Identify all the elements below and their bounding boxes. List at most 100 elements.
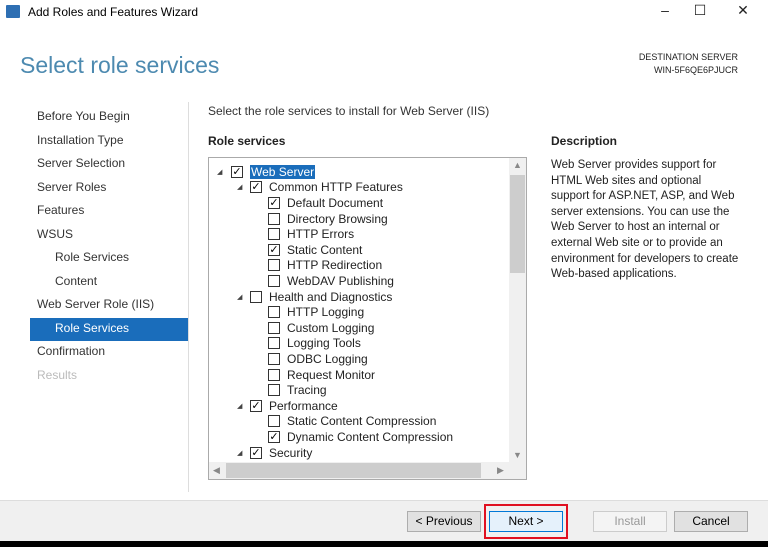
checkbox[interactable] bbox=[268, 274, 280, 287]
tree-item-label[interactable]: Static Content bbox=[287, 243, 362, 257]
checkbox[interactable] bbox=[268, 415, 280, 428]
tree-item[interactable]: ◢ ✓ Security bbox=[209, 445, 509, 461]
tree-item-label[interactable]: ODBC Logging bbox=[287, 352, 368, 366]
scroll-down-icon[interactable]: ▼ bbox=[513, 450, 522, 460]
tree-item[interactable]: ◢ ✓ Web Server bbox=[209, 164, 509, 180]
tree-item-label[interactable]: HTTP Logging bbox=[287, 305, 364, 319]
install-button: Install bbox=[593, 511, 667, 532]
checkbox[interactable]: ✓ bbox=[268, 243, 280, 256]
intro-text: Select the role services to install for … bbox=[208, 104, 490, 118]
checkbox[interactable] bbox=[268, 384, 280, 397]
cancel-button[interactable]: Cancel bbox=[674, 511, 748, 532]
checkbox[interactable] bbox=[268, 368, 280, 381]
checkbox[interactable] bbox=[268, 321, 280, 334]
tree-item[interactable]: ✓ Static Content bbox=[209, 242, 509, 258]
destination-server-name: WIN-5F6QE6PJUCR bbox=[653, 65, 738, 75]
checkbox[interactable] bbox=[268, 352, 280, 365]
nav-item[interactable]: Role Services bbox=[30, 247, 188, 271]
nav-item[interactable]: Role Services bbox=[30, 317, 188, 341]
close-button[interactable]: ✕ bbox=[728, 2, 758, 22]
expand-arrow-icon[interactable]: ◢ bbox=[237, 449, 242, 457]
tree-item[interactable]: HTTP Errors bbox=[209, 226, 509, 242]
tree-item[interactable]: Static Content Compression bbox=[209, 414, 509, 430]
tree-item[interactable]: ◢ ✓ Common HTTP Features bbox=[209, 180, 509, 196]
expand-arrow-icon[interactable]: ◢ bbox=[237, 293, 242, 301]
tree-item[interactable]: ODBC Logging bbox=[209, 351, 509, 367]
checkbox[interactable] bbox=[268, 228, 280, 241]
tree-item[interactable]: Custom Logging bbox=[209, 320, 509, 336]
scroll-thumb[interactable] bbox=[226, 463, 481, 478]
tree-item-label[interactable]: Web Server bbox=[250, 164, 316, 179]
expand-arrow-icon[interactable]: ◢ bbox=[237, 183, 242, 191]
tree-item[interactable]: Logging Tools bbox=[209, 336, 509, 352]
nav-item: Results bbox=[37, 367, 78, 382]
checkbox[interactable]: ✓ bbox=[250, 181, 262, 194]
tree-item-label[interactable]: Request Monitor bbox=[287, 368, 375, 382]
maximize-button[interactable]: ☐ bbox=[685, 2, 715, 22]
checkbox[interactable] bbox=[250, 290, 262, 303]
window-title: Add Roles and Features Wizard bbox=[28, 5, 199, 19]
tree-item[interactable]: Tracing bbox=[209, 382, 509, 398]
tree-item-label[interactable]: Static Content Compression bbox=[287, 414, 436, 428]
tree-item-label[interactable]: WebDAV Publishing bbox=[287, 274, 394, 288]
tree-item[interactable]: ◢ Health and Diagnostics bbox=[209, 289, 509, 305]
tree-item-label[interactable]: Common HTTP Features bbox=[269, 180, 403, 194]
tree-item[interactable]: HTTP Redirection bbox=[209, 258, 509, 274]
nav-item[interactable]: Server Selection bbox=[30, 153, 188, 177]
checkbox[interactable] bbox=[268, 259, 280, 272]
nav-item[interactable]: Confirmation bbox=[30, 341, 188, 365]
checkbox[interactable] bbox=[268, 337, 280, 350]
tree-item[interactable]: Request Monitor bbox=[209, 367, 509, 383]
role-services-tree[interactable]: ▲ ▼ ◀ ▶ ◢ ✓ Web Server ◢ ✓ Common HTTP Featur… bbox=[208, 157, 527, 480]
vertical-scrollbar[interactable]: ▲ ▼ bbox=[509, 158, 526, 462]
expand-arrow-icon[interactable]: ◢ bbox=[237, 402, 242, 410]
checkbox[interactable]: ✓ bbox=[268, 430, 280, 443]
description-text: Web Server provides support for HTML Web… bbox=[551, 159, 739, 281]
highlight-box bbox=[484, 504, 568, 539]
minimize-button[interactable]: – bbox=[650, 2, 680, 22]
checkbox[interactable] bbox=[268, 306, 280, 319]
tree-item[interactable]: ◢ ✓ Performance bbox=[209, 398, 509, 414]
checkbox[interactable]: ✓ bbox=[268, 196, 280, 209]
tree-item-label[interactable]: Performance bbox=[269, 399, 338, 413]
checkbox[interactable] bbox=[268, 212, 280, 225]
wizard-nav: Before You Begin Installation Type Server … bbox=[30, 106, 188, 388]
tree-item-label[interactable]: Health and Diagnostics bbox=[269, 290, 392, 304]
tree-item-label[interactable]: Security bbox=[269, 446, 312, 460]
tree-item-label[interactable]: Tracing bbox=[287, 383, 327, 397]
tree-item-label[interactable]: Dynamic Content Compression bbox=[287, 430, 453, 444]
nav-item[interactable]: Before You Begin bbox=[30, 106, 188, 130]
tree-item[interactable]: Directory Browsing bbox=[209, 211, 509, 227]
nav-item[interactable]: WSUS bbox=[30, 224, 188, 248]
tree-item-label[interactable]: HTTP Redirection bbox=[287, 258, 382, 272]
horizontal-scrollbar[interactable]: ◀ ▶ bbox=[209, 462, 526, 479]
nav-item[interactable]: Features bbox=[30, 200, 188, 224]
nav-item[interactable]: Web Server Role (IIS) bbox=[30, 294, 188, 318]
scroll-thumb[interactable] bbox=[510, 175, 525, 273]
page-title: Select role services bbox=[20, 52, 220, 78]
tree-item-label[interactable]: Logging Tools bbox=[287, 336, 361, 350]
nav-item[interactable]: Server Roles bbox=[30, 177, 188, 201]
tree-item[interactable]: ✓ Default Document bbox=[209, 195, 509, 211]
tree-item-label[interactable]: Custom Logging bbox=[287, 321, 374, 335]
tree-item[interactable]: WebDAV Publishing bbox=[209, 273, 509, 289]
tree-item[interactable]: HTTP Logging bbox=[209, 304, 509, 320]
description-heading: Description bbox=[551, 134, 618, 148]
checkbox[interactable]: ✓ bbox=[231, 165, 243, 178]
scroll-left-icon[interactable]: ◀ bbox=[213, 465, 220, 476]
checkbox[interactable]: ✓ bbox=[250, 399, 262, 412]
tree-item[interactable]: ✓ Dynamic Content Compression bbox=[209, 429, 509, 445]
nav-item[interactable]: Content bbox=[30, 271, 188, 295]
tree-item-label[interactable]: Directory Browsing bbox=[287, 212, 388, 226]
scroll-right-icon[interactable]: ▶ bbox=[497, 465, 504, 476]
checkbox[interactable]: ✓ bbox=[250, 446, 262, 459]
title-bar: Add Roles and Features Wizard – ☐ ✕ bbox=[0, 0, 768, 24]
scroll-up-icon[interactable]: ▲ bbox=[513, 160, 522, 170]
previous-button[interactable]: < Previous bbox=[407, 511, 481, 532]
nav-item[interactable]: Installation Type bbox=[30, 130, 188, 154]
tree-item-label[interactable]: Default Document bbox=[287, 196, 383, 210]
divider bbox=[188, 102, 189, 492]
server-manager-icon bbox=[6, 5, 20, 18]
tree-item-label[interactable]: HTTP Errors bbox=[287, 227, 354, 241]
expand-arrow-icon[interactable]: ◢ bbox=[217, 168, 222, 176]
